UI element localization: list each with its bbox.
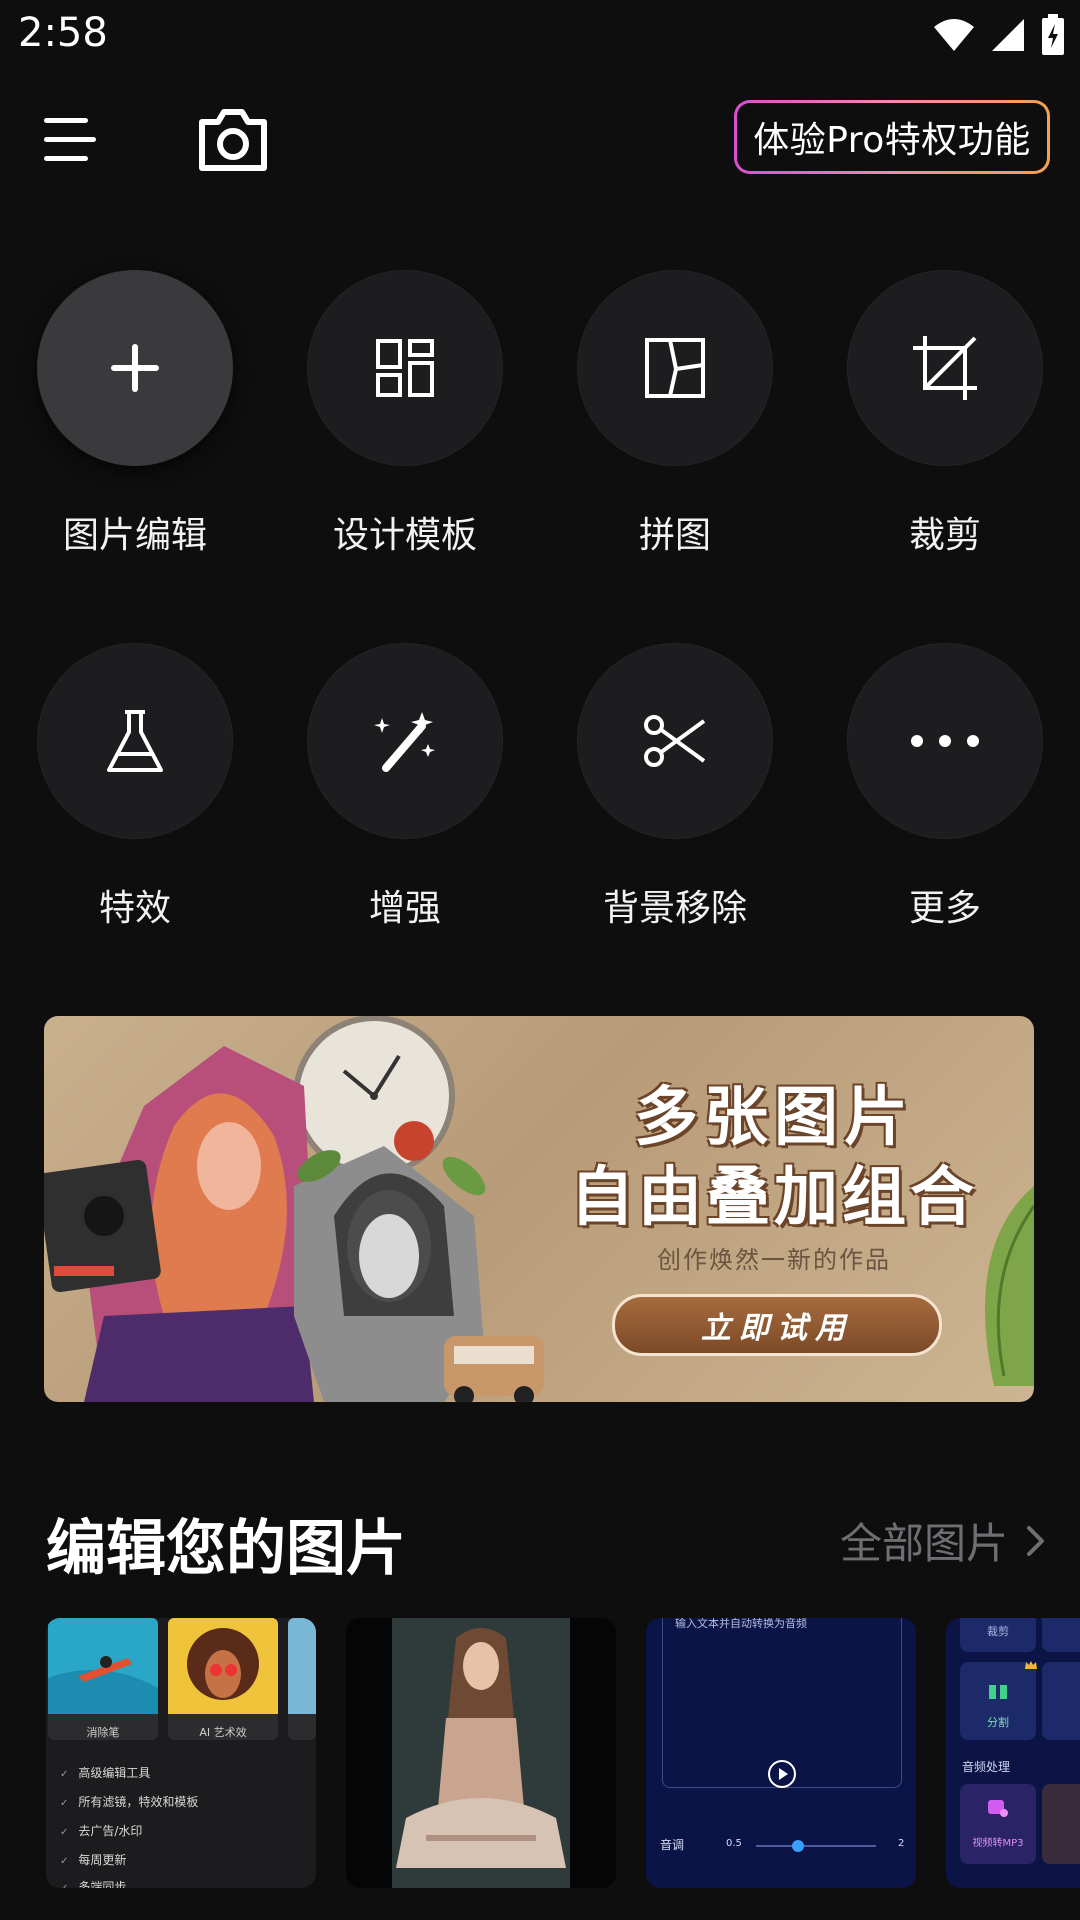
crown-icon <box>1025 1661 1037 1669</box>
ai-art-portrait-image <box>168 1618 278 1714</box>
tool-collage[interactable]: 拼图 <box>540 270 810 558</box>
tool-design-template[interactable]: 设计模板 <box>270 270 540 558</box>
effects-circle[interactable] <box>37 643 233 839</box>
mini-card-ai-art: AI 艺术效 <box>168 1618 278 1740</box>
photo-edit-circle[interactable] <box>37 270 233 466</box>
split-label: 分割 <box>987 1716 1009 1729</box>
text-input-box: 输入文本并自动转换为音频 <box>662 1618 902 1788</box>
pitch-min: 0.5 <box>726 1838 742 1849</box>
pro-trial-label: 体验Pro特权功能 <box>737 103 1047 171</box>
audio-section-label: 音频处理 <box>962 1760 1011 1774</box>
split-icon <box>989 1685 1007 1699</box>
status-time: 2:58 <box>18 10 108 56</box>
camera-icon[interactable] <box>196 108 270 172</box>
chevron-right-icon <box>1027 1525 1044 1556</box>
menu-icon[interactable] <box>40 110 100 170</box>
tool-label: 裁剪 <box>908 515 981 556</box>
tool-photo-edit[interactable]: 图片编辑 <box>0 270 270 558</box>
tool-effects[interactable]: 特效 <box>0 643 270 931</box>
tool-label: 图片编辑 <box>62 515 207 556</box>
tool-background-remove[interactable]: 背景移除 <box>540 643 810 931</box>
plus-icon <box>111 344 159 392</box>
video-to-mp3-label: 视频转MP3 <box>972 1838 1024 1849</box>
promo-banner[interactable]: 多张图片 自由叠加组合 创作焕然一新的作品 立即试用 <box>44 1016 1034 1402</box>
tool-more[interactable]: 更多 <box>810 643 1080 931</box>
partial-tile-3 <box>1042 1784 1080 1864</box>
tool-label: 背景移除 <box>602 888 747 929</box>
feature-item: 去广告/水印 <box>60 1822 142 1839</box>
photo-thumbnail-2[interactable] <box>346 1618 616 1888</box>
tool-label: 更多 <box>908 888 981 929</box>
mini-card-label: AI 艺术效 <box>199 1726 247 1739</box>
scissors-icon <box>644 715 706 767</box>
photo-thumbnail-4[interactable]: 裁剪 分割 音频处理 视频转MP3 <box>946 1618 1080 1888</box>
flask-icon <box>107 710 163 772</box>
mini-card-partial <box>288 1618 316 1740</box>
collage-circle[interactable] <box>577 270 773 466</box>
tool-label: 拼图 <box>638 515 711 556</box>
more-dots-icon <box>911 735 979 747</box>
section-title: 编辑您的图片 <box>46 1514 406 1584</box>
signal-icon <box>992 19 1024 51</box>
mini-card-label: 消除笔 <box>86 1726 120 1739</box>
all-photos-label: 全部图片 <box>839 1519 1008 1568</box>
all-photos-link[interactable]: 全部图片 <box>840 1510 1046 1571</box>
split-tile: 分割 <box>960 1662 1036 1740</box>
photo-thumbnail-3[interactable]: 输入文本并自动转换为音频 音调 0.5 2 <box>646 1618 916 1888</box>
banner-collage-image <box>44 1016 544 1402</box>
collage-icon <box>645 338 705 398</box>
tool-label: 特效 <box>98 888 171 929</box>
tool-crop[interactable]: 裁剪 <box>810 270 1080 558</box>
banner-title-line1: 多张图片 <box>634 1080 914 1155</box>
slider-thumb <box>792 1840 804 1852</box>
tool-enhance[interactable]: 增强 <box>270 643 540 931</box>
woman-sitting-image <box>392 1618 570 1888</box>
top-toolbar: 体验Pro特权功能 <box>0 90 1080 190</box>
input-hint: 输入文本并自动转换为音频 <box>675 1618 807 1630</box>
mini-card-eraser: 消除笔 <box>48 1618 158 1740</box>
crop-circle[interactable] <box>847 270 1043 466</box>
tool-label: 设计模板 <box>332 515 477 556</box>
background-remove-circle[interactable] <box>577 643 773 839</box>
wifi-icon <box>934 19 974 51</box>
pro-trial-button[interactable]: 体验Pro特权功能 <box>734 100 1050 174</box>
partial-tile <box>1042 1618 1080 1652</box>
photo-thumbnail-1[interactable]: 消除笔 AI 艺术效 高级编辑工具 所有滤镜，特效和模板 去广告/水印 每周更新… <box>46 1618 316 1888</box>
play-icon <box>768 1760 796 1788</box>
partial-tile-2 <box>1042 1662 1080 1740</box>
template-icon <box>376 339 434 397</box>
kayak-image <box>48 1618 158 1714</box>
enhance-circle[interactable] <box>307 643 503 839</box>
feature-item: 每周更新 <box>60 1851 126 1868</box>
banner-subtitle: 创作焕然一新的作品 <box>657 1246 891 1274</box>
feature-item: 高级编辑工具 <box>60 1764 150 1781</box>
design-template-circle[interactable] <box>307 270 503 466</box>
crop-icon <box>913 336 977 400</box>
status-bar: 2:58 <box>0 0 1080 72</box>
pitch-max: 2 <box>898 1838 905 1849</box>
more-circle[interactable] <box>847 643 1043 839</box>
banner-try-button[interactable]: 立即试用 <box>612 1294 942 1356</box>
video-to-mp3-tile: 视频转MP3 <box>960 1784 1036 1864</box>
pitch-label: 音调 <box>660 1838 685 1852</box>
feature-item: 多端同步 <box>60 1878 126 1888</box>
banner-title-line2: 自由叠加组合 <box>570 1160 978 1235</box>
pitch-slider <box>756 1840 876 1852</box>
tool-label: 增强 <box>368 888 441 929</box>
magic-wand-icon <box>374 712 435 772</box>
feature-item: 所有滤镜，特效和模板 <box>60 1793 198 1810</box>
status-icons <box>932 14 1066 56</box>
video-music-icon <box>988 1800 1008 1817</box>
crop-tile: 裁剪 <box>960 1618 1036 1652</box>
battery-icon <box>1042 14 1064 55</box>
